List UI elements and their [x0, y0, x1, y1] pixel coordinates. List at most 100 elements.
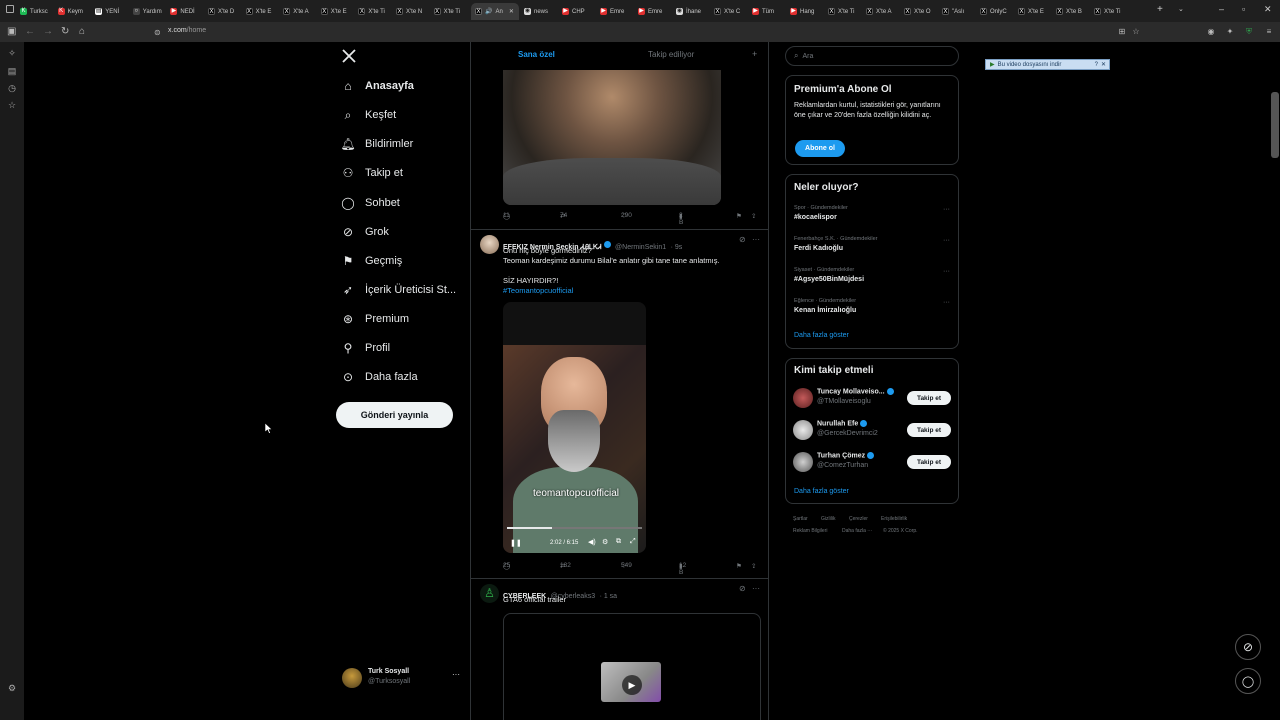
suggested-name[interactable]: Nurullah Efe — [817, 420, 868, 427]
nav-item-search[interactable]: ⌕ Keşfet — [341, 104, 397, 126]
browser-tab[interactable]: X X'te O — [904, 3, 939, 20]
browser-tab[interactable]: X X'te E — [245, 3, 281, 20]
browser-tab[interactable]: ▶ Hang — [790, 3, 825, 20]
search-input[interactable]: ⌕ Ara — [785, 46, 959, 66]
pip-icon[interactable]: ⧉ — [616, 538, 621, 546]
tab-following[interactable]: Takip ediliyor — [648, 50, 694, 59]
share-icon[interactable]: ⇪ — [751, 562, 756, 570]
subscribe-button[interactable]: Abone ol — [795, 140, 845, 157]
browser-tab[interactable]: X X'te B — [1056, 3, 1091, 20]
video-progress-track[interactable] — [507, 527, 642, 529]
browser-tab[interactable]: X X'te D — [208, 3, 243, 20]
tweet-time[interactable]: · 1 sa — [600, 593, 618, 600]
bookmark-icon[interactable]: ⚑ — [736, 212, 742, 220]
video-download-bar[interactable]: ▶ Bu video dosyasını indir ? ✕ — [985, 59, 1110, 70]
close-tab-icon[interactable]: ✕ — [509, 8, 514, 15]
follow-button[interactable]: Takip et — [907, 391, 951, 405]
play-pause-icon[interactable]: ❚❚ — [510, 539, 522, 547]
nav-item-chat[interactable]: ◯ Sohbet — [341, 192, 400, 214]
settings-icon[interactable]: ⚙ — [7, 683, 17, 693]
footer-link[interactable]: Gizlilik — [821, 516, 835, 522]
browser-tab[interactable]: X X'te A — [283, 3, 318, 20]
post-button[interactable]: Gönderi yayınla — [336, 402, 453, 428]
x-logo-icon[interactable] — [342, 49, 356, 63]
browser-tab[interactable]: ▤ YENİ — [95, 3, 130, 20]
avatar[interactable] — [793, 420, 813, 440]
browser-tab[interactable]: X X'te Ti — [828, 3, 863, 20]
footer-link[interactable]: Şartlar — [793, 516, 808, 522]
follow-button[interactable]: Takip et — [907, 423, 951, 437]
tab-active[interactable]: X 🔊 An ✕ — [471, 3, 519, 20]
nav-item-follow[interactable]: ⚇ Takip et — [341, 162, 403, 184]
avatar[interactable] — [793, 452, 813, 472]
tab-search-icon[interactable]: ⌄ — [1178, 5, 1184, 13]
tab-for-you[interactable]: Sana özel — [518, 50, 555, 59]
nav-item-bell[interactable]: 🔔︎ Bildirimler — [340, 133, 413, 155]
suggested-name[interactable]: Turhan Çömez — [817, 452, 875, 459]
more-icon[interactable]: ··· — [943, 268, 950, 275]
add-tab-icon[interactable]: + — [752, 49, 757, 59]
sparkle-icon[interactable]: ✧ — [7, 48, 17, 58]
volume-icon[interactable]: ◀) — [588, 538, 596, 546]
more-icon[interactable]: ··· — [943, 206, 950, 213]
home-icon[interactable]: ⌂ — [79, 26, 85, 38]
extensions-icon[interactable]: ✦ — [1225, 27, 1235, 37]
hashtag-link[interactable]: #Teomantopcuofficial — [503, 286, 758, 296]
browser-tab[interactable]: ▶ Emre — [638, 3, 673, 20]
browser-tab[interactable]: X X'te E — [1018, 3, 1053, 20]
browser-tab[interactable]: X X'te Ti — [358, 3, 393, 20]
sidebar-toggle-icon[interactable]: ▣ — [7, 26, 16, 38]
back-icon[interactable]: ← — [25, 26, 35, 38]
minimize-icon[interactable]: – — [1219, 4, 1224, 14]
suggested-name[interactable]: Tuncay Mollaveiso... — [817, 388, 894, 395]
tweet-video[interactable]: teomantopcuofficial ❚❚ 2:02 / 6:15 ◀) ⚙ … — [503, 302, 646, 553]
browser-tab[interactable]: X "Aslı — [942, 3, 977, 20]
browser-tab[interactable]: K Turksc — [20, 3, 55, 20]
account-icon[interactable]: ◉ — [1206, 27, 1216, 37]
nav-item-more-circle[interactable]: ⊙ Daha fazla — [341, 366, 418, 388]
more-icon[interactable]: ··· — [752, 235, 760, 244]
show-more-link[interactable]: Daha fazla göster — [794, 488, 849, 495]
trend-name[interactable]: Ferdi Kadıoğlu — [794, 245, 843, 252]
browser-tab[interactable]: ◉ İhane — [676, 3, 711, 20]
browser-tab[interactable]: X OnlyC — [980, 3, 1015, 20]
nav-item-premium[interactable]: ⊛ Premium — [341, 308, 409, 330]
nav-item-bookmark[interactable]: ⚑ Geçmiş — [341, 250, 403, 272]
favorites-icon[interactable]: ☆ — [7, 100, 17, 110]
browser-tab[interactable]: X X'te E — [320, 3, 356, 20]
tab-actions-icon[interactable] — [6, 5, 14, 13]
menu-icon[interactable]: ≡ — [1264, 27, 1274, 37]
site-info-icon[interactable]: ⊜ — [154, 27, 161, 39]
tweet-video[interactable]: ▶ — [503, 613, 761, 720]
trend-name[interactable]: Kenan İmirzalıoğlu — [794, 307, 856, 314]
more-icon[interactable]: ··· — [752, 584, 760, 593]
browser-tab[interactable]: ▶ Tüm — [752, 3, 787, 20]
grok-icon[interactable]: ⊘ — [739, 584, 746, 593]
avatar[interactable]: ♙ — [480, 584, 499, 603]
page-scrollbar[interactable] — [1271, 92, 1279, 158]
follow-button[interactable]: Takip et — [907, 455, 951, 469]
maximize-icon[interactable]: ▫ — [1242, 4, 1245, 14]
trend-name[interactable]: #Agsye50BinMüjdesi — [794, 276, 864, 283]
share-icon[interactable]: ⇪ — [751, 212, 756, 220]
fullscreen-icon[interactable]: ⤢ — [630, 538, 636, 546]
url-field[interactable]: x.com/home — [168, 27, 206, 34]
close-bar-icon[interactable]: ✕ — [1101, 61, 1106, 68]
history-icon[interactable]: ◷ — [7, 83, 17, 93]
bookmark-star-icon[interactable]: ☆ — [1131, 27, 1141, 37]
footer-link[interactable]: Reklam Bilgileri — [793, 528, 827, 534]
show-more-link[interactable]: Daha fazla göster — [794, 332, 849, 339]
shield-extension-icon[interactable]: ⛨ — [1244, 27, 1254, 37]
browser-tab[interactable]: ▶ Emre — [600, 3, 635, 20]
suggested-handle[interactable]: @TMollaveisoglu — [817, 398, 871, 405]
more-icon[interactable]: ··· — [943, 299, 950, 306]
reload-icon[interactable]: ↻ — [61, 26, 69, 38]
browser-tab[interactable]: X X'te Ti — [433, 3, 469, 20]
browser-tab[interactable]: X X'te N — [396, 3, 431, 20]
settings-icon[interactable]: ⚙ — [602, 538, 608, 546]
forward-icon[interactable]: → — [43, 26, 53, 38]
browser-tab[interactable]: X X'te C — [714, 3, 749, 20]
suggested-handle[interactable]: @GercekDevrimci2 — [817, 430, 878, 437]
close-window-icon[interactable]: ✕ — [1264, 4, 1272, 15]
nav-item-grok[interactable]: ⊘ Grok — [341, 221, 389, 243]
